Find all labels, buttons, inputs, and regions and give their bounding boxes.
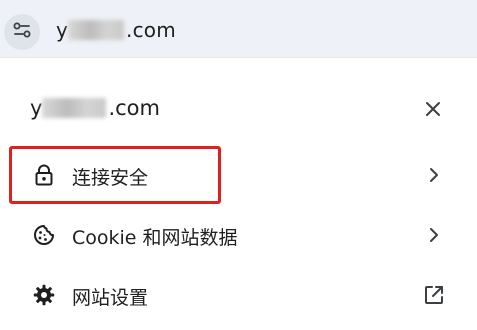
redacted-domain (68, 20, 125, 40)
address-bar: y .com (0, 0, 477, 60)
chevron-right-icon (420, 221, 448, 249)
menu-item-connection-security[interactable]: 连接安全 (0, 146, 477, 204)
url-suffix: .com (126, 18, 176, 42)
popup-title: y .com (30, 96, 160, 120)
gear-icon (30, 281, 58, 309)
popup-header: y .com (0, 88, 477, 134)
menu-item-site-settings[interactable]: 网站设置 (0, 266, 477, 324)
cookie-icon (30, 221, 58, 249)
chevron-right-icon (420, 161, 448, 189)
menu-item-cookies-site-data[interactable]: Cookie 和网站数据 (0, 206, 477, 264)
close-icon (424, 100, 442, 122)
site-info-button[interactable] (4, 14, 40, 50)
lock-icon (30, 161, 58, 189)
close-button[interactable] (418, 96, 448, 126)
open-in-new-icon (420, 281, 448, 309)
redacted-domain (42, 98, 107, 118)
url-text[interactable]: y .com (56, 18, 176, 42)
menu-item-label: 网站设置 (72, 287, 149, 309)
menu-item-label: Cookie 和网站数据 (72, 227, 238, 249)
tune-icon (12, 20, 32, 44)
menu-item-label: 连接安全 (72, 167, 149, 189)
title-prefix: y (30, 96, 43, 120)
title-suffix: .com (108, 96, 160, 120)
url-prefix: y (56, 18, 69, 42)
